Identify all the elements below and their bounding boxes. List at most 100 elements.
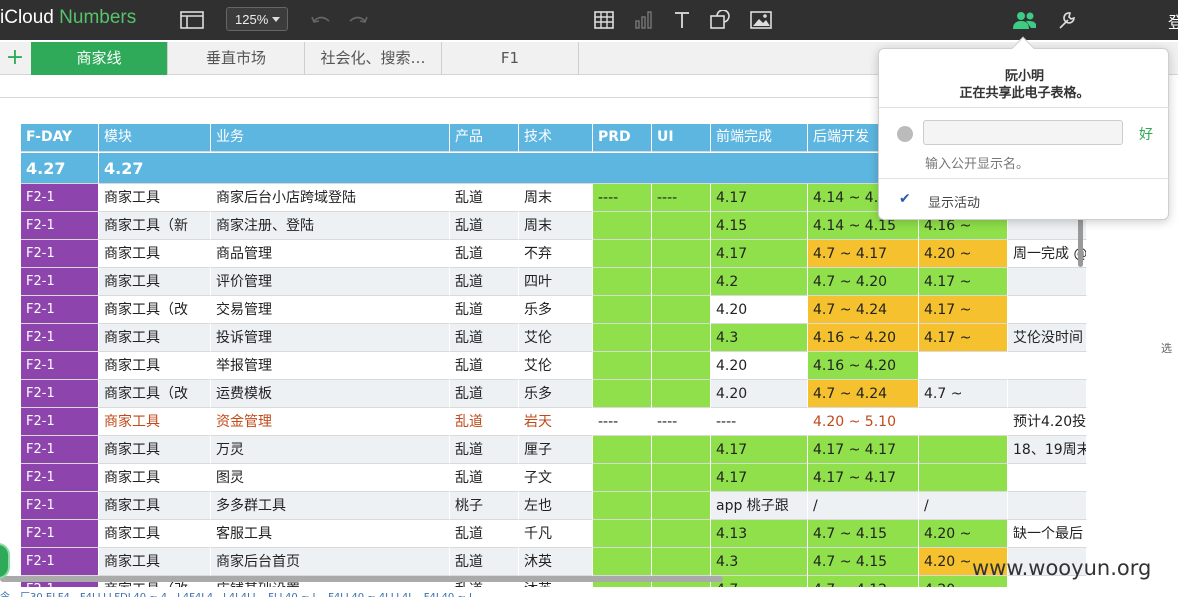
table-cell[interactable]: 商家工具	[99, 492, 211, 520]
collaborate-icon[interactable]	[1012, 9, 1036, 31]
table-cell[interactable]: 商家工具	[99, 352, 211, 380]
ok-button[interactable]: 好	[1139, 124, 1153, 144]
signin-label[interactable]: 登	[1168, 9, 1178, 33]
tab-sheet[interactable]: F1	[442, 42, 579, 75]
table-cell[interactable]: 4.17 ~ 4.17	[808, 464, 919, 492]
table-cell[interactable]: 商家后台小店跨域登陆	[211, 184, 450, 212]
table-cell[interactable]	[919, 436, 1008, 464]
table-cell[interactable]	[919, 352, 1008, 380]
table-cell[interactable]: 桃子	[450, 492, 519, 520]
column-header[interactable]: F-DAY	[21, 124, 99, 152]
table-cell[interactable]	[919, 408, 1008, 436]
sidebar-toggle-icon[interactable]	[180, 9, 204, 31]
table-cell[interactable]: 4.7	[711, 576, 808, 587]
table-cell[interactable]: 乱道	[450, 240, 519, 268]
table-cell[interactable]	[1008, 268, 1087, 296]
table-cell[interactable]: 4.20 ~	[919, 520, 1008, 548]
table-cell[interactable]: 4.17 ~	[919, 324, 1008, 352]
text-icon[interactable]	[670, 9, 694, 31]
table-cell[interactable]: 4.17	[711, 464, 808, 492]
table-cell[interactable]: 4.13	[711, 520, 808, 548]
image-icon[interactable]	[749, 9, 773, 31]
table-cell[interactable]: ----	[593, 408, 652, 436]
table-cell[interactable]: 4.17 ~ 4.17	[808, 436, 919, 464]
column-header[interactable]: 技术	[519, 124, 593, 152]
table-cell[interactable]	[593, 436, 652, 464]
row-id-cell[interactable]: F2-1	[21, 212, 99, 240]
table-cell[interactable]: 4.17	[711, 436, 808, 464]
table-cell[interactable]: 不弃	[519, 240, 593, 268]
table-cell[interactable]	[593, 324, 652, 352]
table-cell[interactable]	[652, 324, 711, 352]
row-id-cell[interactable]: F2-1	[21, 240, 99, 268]
table-cell[interactable]: 4.17 ~	[919, 268, 1008, 296]
table-cell[interactable]: 岩天	[519, 408, 593, 436]
table-cell[interactable]	[652, 464, 711, 492]
table-cell[interactable]	[652, 212, 711, 240]
table-cell[interactable]: 交易管理	[211, 296, 450, 324]
column-header[interactable]: UI	[652, 124, 711, 152]
table-cell[interactable]: 4.7 ~ 4.15	[808, 548, 919, 576]
row-id-cell[interactable]: F2-1	[21, 296, 99, 324]
group-row-cell[interactable]: 4.27	[21, 152, 99, 184]
table-cell[interactable]: 商家工具	[99, 520, 211, 548]
table-cell[interactable]: 举报管理	[211, 352, 450, 380]
table-cell[interactable]: 商家工具（新	[99, 212, 211, 240]
table-cell[interactable]: 4.15	[711, 212, 808, 240]
table-cell[interactable]: 4.20	[711, 352, 808, 380]
table-cell[interactable]: 缺一个最后	[1008, 520, 1087, 548]
column-header[interactable]: 产品	[450, 124, 519, 152]
table-cell[interactable]: 艾伦	[519, 324, 593, 352]
table-cell[interactable]: 乱道	[450, 436, 519, 464]
table-cell[interactable]: 乱道	[450, 184, 519, 212]
table-cell[interactable]: 评价管理	[211, 268, 450, 296]
table-cell[interactable]	[1008, 492, 1087, 520]
table-cell[interactable]: 商品管理	[211, 240, 450, 268]
column-header[interactable]: 业务	[211, 124, 450, 152]
table-cell[interactable]: 4.20 ~	[919, 240, 1008, 268]
table-cell[interactable]	[593, 212, 652, 240]
row-id-cell[interactable]: F2-1	[21, 184, 99, 212]
table-icon[interactable]	[592, 9, 616, 31]
vertical-scrollbar[interactable]	[1078, 214, 1083, 267]
table-cell[interactable]	[593, 464, 652, 492]
table-cell[interactable]: 商家工具	[99, 324, 211, 352]
table-cell[interactable]	[652, 436, 711, 464]
table-cell[interactable]: 艾伦	[519, 352, 593, 380]
table-cell[interactable]	[652, 520, 711, 548]
table-cell[interactable]: 乱道	[450, 352, 519, 380]
row-id-cell[interactable]: F2-1	[21, 464, 99, 492]
table-cell[interactable]: 4.20 ~ 5.10	[808, 408, 919, 436]
row-id-cell[interactable]: F2-1	[21, 520, 99, 548]
table-cell[interactable]: 商家工具	[99, 548, 211, 576]
table-cell[interactable]: 商家注册、登陆	[211, 212, 450, 240]
table-cell[interactable]: app 桃子跟	[711, 492, 808, 520]
table-cell[interactable]: 4.7 ~ 4.15	[808, 520, 919, 548]
table-cell[interactable]: 4.20	[711, 296, 808, 324]
show-activity-label[interactable]: 显示活动	[928, 192, 980, 211]
table-cell[interactable]: 乱道	[450, 324, 519, 352]
table-cell[interactable]: 4.3	[711, 548, 808, 576]
row-id-cell[interactable]: F2-1	[21, 548, 99, 576]
table-cell[interactable]	[593, 548, 652, 576]
row-id-cell[interactable]: F2-1	[21, 408, 99, 436]
table-cell[interactable]: 乐多	[519, 380, 593, 408]
display-name-input[interactable]	[923, 120, 1123, 145]
table-cell[interactable]: 4.7 ~ 4.20	[808, 268, 919, 296]
table-cell[interactable]: 资金管理	[211, 408, 450, 436]
table-cell[interactable]	[652, 296, 711, 324]
horizontal-scrollbar[interactable]	[0, 576, 723, 582]
table-cell[interactable]	[1008, 296, 1087, 324]
row-id-cell[interactable]: F2-1	[21, 352, 99, 380]
table-cell[interactable]: 4.16 ~ 4.20	[808, 352, 919, 380]
table-cell[interactable]: 周一完成 @	[1008, 240, 1087, 268]
row-id-cell[interactable]: F2-1	[21, 492, 99, 520]
status-indicator[interactable]	[0, 543, 10, 579]
table-cell[interactable]: 投诉管理	[211, 324, 450, 352]
table-cell[interactable]	[593, 352, 652, 380]
table-cell[interactable]	[593, 520, 652, 548]
table-cell[interactable]: 4.17 ~	[919, 296, 1008, 324]
table-cell[interactable]: 预计4.20投	[1008, 408, 1087, 436]
table-cell[interactable]: 4.2	[711, 268, 808, 296]
table-cell[interactable]: 乱道	[450, 268, 519, 296]
